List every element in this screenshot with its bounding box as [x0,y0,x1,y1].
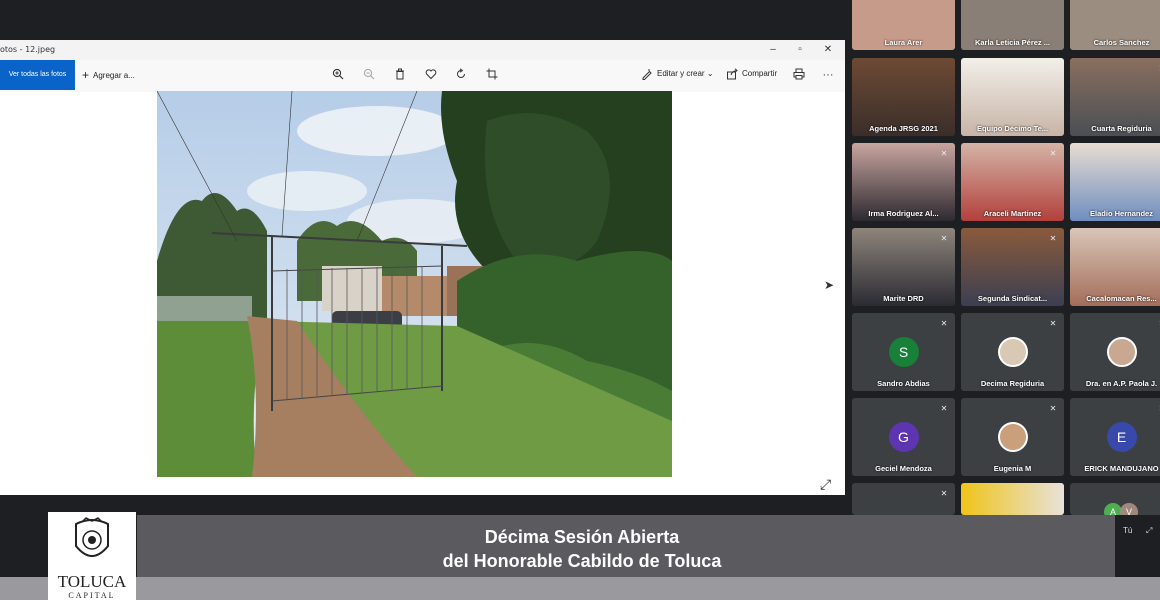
participant-tile[interactable]: A V [1070,483,1160,515]
delete-icon[interactable] [393,68,407,82]
participant-tile[interactable]: ✕ [852,483,955,515]
participant-name: Dra. en A.P. Paola J. [1085,379,1158,388]
photos-window: otos - 12.jpeg – ▫ ✕ Ver todas las fotos… [0,40,845,495]
avatar: G [888,422,919,452]
maximize-icon[interactable]: ▫ [792,42,808,58]
print-icon[interactable] [792,68,806,82]
participant-tile[interactable]: Cacalomacan Res... [1070,228,1160,306]
logo-tagline: CAPITAL [68,591,116,600]
participant-name: Laura Arer [884,38,923,47]
edit-create-icon [640,68,654,82]
participant-tile[interactable]: Eladio Hernandez [1070,143,1160,221]
participant-tile[interactable]: Laura Arer [852,0,955,50]
participant-name: Sandro Abdias [877,379,930,388]
avatar [1106,337,1137,367]
add-to-button[interactable]: + Agregar a... [82,68,135,82]
caption-banner: Décima Sesión Abierta del Honorable Cabi… [137,515,1115,577]
participant-tile[interactable]: ✕Dra. en A.P. Paola J. [1070,313,1160,391]
participant-tile[interactable]: ✕ S Sandro Abdias [852,313,955,391]
edit-create-button[interactable]: Editar y crear ⌄ [657,69,714,78]
participant-tile[interactable]: ✕Cuarta Regiduria [1070,58,1160,136]
crop-icon[interactable] [485,68,499,82]
muted-mic-icon: ✕ [1049,64,1057,73]
participant-name: Karla Leticia Pérez ... [974,38,1051,47]
muted-mic-icon: ✕ [1049,319,1057,328]
muted-mic-icon: ✕ [1049,149,1057,158]
rotate-icon[interactable] [454,68,468,82]
add-to-label: Agregar a... [93,71,135,80]
bottom-bar [0,577,1160,600]
participant-tile[interactable]: ✕EERICK MANDUJANO [1070,398,1160,476]
avatar [997,422,1028,452]
participant-tile[interactable]: ✕ Equipo Décimo Te... [961,58,1064,136]
participant-name: Carlos Sanchez [1093,38,1150,47]
muted-mic-icon: ✕ [940,319,948,328]
participant-name: Segunda Sindicat... [977,294,1048,303]
participant-name: ERICK MANDUJANO [1084,464,1159,473]
muted-mic-icon: ✕ [940,489,948,498]
photos-toolbar: Ver todas las fotos + Agregar a... Edita… [0,60,845,92]
participant-name: Araceli Martinez [983,209,1042,218]
participant-name: Marite DRD [883,294,924,303]
window-title: otos - 12.jpeg [0,45,56,54]
zoom-out-icon[interactable] [362,68,376,82]
participant-tile[interactable]: ✕ Marite DRD [852,228,955,306]
participant-tile[interactable]: ✕ Irma Rodriguez Al... [852,143,955,221]
view-all-photos-button[interactable]: Ver todas las fotos [0,60,75,90]
participant-tile[interactable]: ✕ G Geciel Mendoza [852,398,955,476]
participant-tile[interactable]: ✕ Eugenia M [961,398,1064,476]
you-label: Tú [1123,526,1133,535]
banner-title: Décima Sesión Abierta [484,527,680,547]
mouse-cursor-icon: ➤ [824,278,835,292]
participant-name: Cacalomacan Res... [1086,294,1157,303]
title-bar: otos - 12.jpeg – ▫ ✕ [0,40,845,60]
edit-create-label: Editar y crear [657,69,705,78]
coat-of-arms-icon [75,517,109,557]
participant-tile[interactable] [961,483,1064,515]
more-options-icon[interactable]: ··· [821,68,835,82]
chevron-down-icon: ⌄ [706,69,714,78]
muted-mic-icon: ✕ [940,234,948,243]
participant-tile[interactable]: Carlos Sanchez [1070,0,1160,50]
participant-name: Eugenia M [993,464,1032,473]
participant-name: Irma Rodriguez Al... [868,209,939,218]
toluca-logo: TOLUCA CAPITAL [48,512,136,600]
participant-name: Geciel Mendoza [875,464,932,473]
participant-name: Eladio Hernandez [1090,209,1153,218]
participant-video [961,483,1064,515]
zoom-in-icon[interactable] [331,68,345,82]
plus-icon: + [82,68,90,82]
expand-icon[interactable]: ⤢ [1146,526,1152,536]
avatar: S [888,337,919,367]
participant-grid: Laura Arer Karla Leticia Pérez ... Carlo… [852,0,1160,515]
muted-mic-icon: ✕ [1049,404,1057,413]
share-button[interactable]: Compartir [742,69,777,78]
avatar: E [1106,422,1137,452]
avatar [997,337,1028,367]
muted-mic-icon: ✕ [940,149,948,158]
participant-tile[interactable]: ✕ Araceli Martinez [961,143,1064,221]
participant-name: Decima Regiduria [980,379,1045,388]
participant-tile[interactable]: Karla Leticia Pérez ... [961,0,1064,50]
logo-wordmark: TOLUCA [57,572,127,591]
participant-name: Agenda JRSG 2021 [869,124,938,133]
close-icon[interactable]: ✕ [820,42,836,58]
avatar: V [1120,503,1138,515]
share-icon [725,68,739,82]
participant-tile[interactable]: ✕ Segunda Sindicat... [961,228,1064,306]
participant-tile[interactable]: ✕ Decima Regiduria [961,313,1064,391]
banner-subtitle: del Honorable Cabildo de Toluca [442,551,722,571]
favorite-heart-icon[interactable] [424,68,438,82]
participant-name: Cuarta Regiduria [1091,124,1152,133]
participant-name: Equipo Décimo Te... [976,124,1049,133]
fullscreen-expand-icon[interactable]: ⤢ [820,476,831,493]
participant-tile[interactable]: Agenda JRSG 2021 [852,58,955,136]
displayed-photo [157,91,672,477]
screen: otos - 12.jpeg – ▫ ✕ Ver todas las fotos… [0,0,1160,600]
muted-mic-icon: ✕ [940,404,948,413]
muted-mic-icon: ✕ [1049,234,1057,243]
minimize-icon[interactable]: – [765,42,781,58]
